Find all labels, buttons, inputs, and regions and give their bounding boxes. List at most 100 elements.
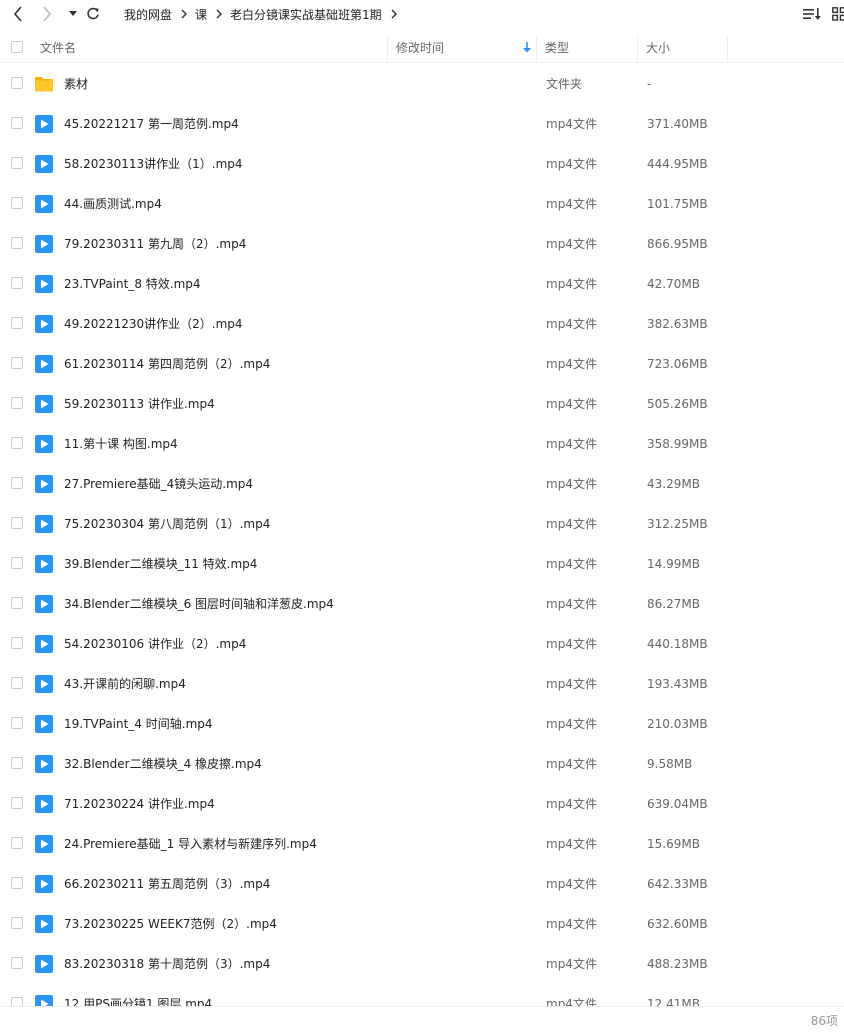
row-checkbox[interactable] xyxy=(11,277,23,289)
file-row[interactable]: 61.20230114 第四周范例（2）.mp4 mp4文件 723.06MB xyxy=(0,344,844,384)
file-row[interactable]: 24.Premiere基础_1 导入素材与新建序列.mp4 mp4文件 15.69M… xyxy=(0,824,844,864)
forward-button[interactable] xyxy=(38,5,56,23)
view-toggle-button[interactable] xyxy=(830,6,844,22)
file-row[interactable]: 39.Blender二维模块_11 特效.mp4 mp4文件 14.99MB xyxy=(0,544,844,584)
file-name[interactable]: 11.第十课 构图.mp4 xyxy=(64,424,178,464)
row-checkbox[interactable] xyxy=(11,677,23,689)
file-name[interactable]: 44.画质测试.mp4 xyxy=(64,184,162,224)
back-button[interactable] xyxy=(9,5,27,23)
row-checkbox[interactable] xyxy=(11,797,23,809)
row-checkbox[interactable] xyxy=(11,157,23,169)
file-name[interactable]: 75.20230304 第八周范例（1）.mp4 xyxy=(64,504,270,544)
file-name[interactable]: 79.20230311 第九周（2）.mp4 xyxy=(64,224,246,264)
sort-button[interactable] xyxy=(803,6,821,22)
sort-descending-icon[interactable] xyxy=(523,32,531,62)
file-row[interactable]: 34.Blender二维模块_6 图层时间轴和洋葱皮.mp4 mp4文件 86.27… xyxy=(0,584,844,624)
file-name[interactable]: 43.开课前的闲聊.mp4 xyxy=(64,664,186,704)
file-name[interactable]: 49.20221230讲作业（2）.mp4 xyxy=(64,304,243,344)
file-name[interactable]: 73.20230225 WEEK7范例（2）.mp4 xyxy=(64,904,277,944)
column-divider[interactable] xyxy=(536,35,537,62)
file-row[interactable]: 75.20230304 第八周范例（1）.mp4 mp4文件 312.25MB xyxy=(0,504,844,544)
column-header-type[interactable]: 类型 xyxy=(545,32,569,62)
file-row[interactable]: 23.TVPaint_8 特效.mp4 mp4文件 42.70MB xyxy=(0,264,844,304)
file-name[interactable]: 12.用PS画分镜1 图层.mp4 xyxy=(64,984,212,1006)
file-name[interactable]: 素材 xyxy=(64,64,88,104)
row-checkbox[interactable] xyxy=(11,757,23,769)
file-name[interactable]: 23.TVPaint_8 特效.mp4 xyxy=(64,264,201,304)
row-checkbox[interactable] xyxy=(11,77,23,89)
file-row[interactable]: 45.20221217 第一周范例.mp4 mp4文件 371.40MB xyxy=(0,104,844,144)
row-checkbox[interactable] xyxy=(11,637,23,649)
row-checkbox[interactable] xyxy=(11,517,23,529)
file-row[interactable]: 59.20230113 讲作业.mp4 mp4文件 505.26MB xyxy=(0,384,844,424)
file-name[interactable]: 66.20230211 第五周范例（3）.mp4 xyxy=(64,864,270,904)
row-checkbox[interactable] xyxy=(11,997,23,1006)
breadcrumb-item-current-folder[interactable]: 老白分镜课实战基础班第1期 xyxy=(230,6,382,23)
refresh-button[interactable] xyxy=(84,5,102,23)
file-row[interactable]: 44.画质测试.mp4 mp4文件 101.75MB xyxy=(0,184,844,224)
file-row[interactable]: 83.20230318 第十周范例（3）.mp4 mp4文件 488.23MB xyxy=(0,944,844,984)
row-checkbox[interactable] xyxy=(11,717,23,729)
file-row[interactable]: 66.20230211 第五周范例（3）.mp4 mp4文件 642.33MB xyxy=(0,864,844,904)
file-name[interactable]: 83.20230318 第十周范例（3）.mp4 xyxy=(64,944,270,984)
file-name[interactable]: 61.20230114 第四周范例（2）.mp4 xyxy=(64,344,270,384)
row-checkbox[interactable] xyxy=(11,957,23,969)
file-name[interactable]: 19.TVPaint_4 时间轴.mp4 xyxy=(64,704,213,744)
file-row[interactable]: 58.20230113讲作业（1）.mp4 mp4文件 444.95MB xyxy=(0,144,844,184)
column-divider[interactable] xyxy=(637,35,638,62)
column-header-modified[interactable]: 修改时间 xyxy=(396,32,444,62)
row-checkbox[interactable] xyxy=(11,397,23,409)
file-size: 14.99MB xyxy=(647,557,700,571)
row-checkbox[interactable] xyxy=(11,437,23,449)
row-checkbox[interactable] xyxy=(11,477,23,489)
row-checkbox[interactable] xyxy=(11,317,23,329)
file-row[interactable]: 32.Blender二维模块_4 橡皮擦.mp4 mp4文件 9.58MB xyxy=(0,744,844,784)
file-name[interactable]: 59.20230113 讲作业.mp4 xyxy=(64,384,215,424)
row-checkbox[interactable] xyxy=(11,237,23,249)
file-row[interactable]: 49.20221230讲作业（2）.mp4 mp4文件 382.63MB xyxy=(0,304,844,344)
file-row[interactable]: 11.第十课 构图.mp4 mp4文件 358.99MB xyxy=(0,424,844,464)
history-dropdown-button[interactable] xyxy=(64,5,82,23)
file-row[interactable]: 54.20230106 讲作业（2）.mp4 mp4文件 440.18MB xyxy=(0,624,844,664)
row-checkbox[interactable] xyxy=(11,597,23,609)
file-name[interactable]: 34.Blender二维模块_6 图层时间轴和洋葱皮.mp4 xyxy=(64,584,334,624)
file-name[interactable]: 39.Blender二维模块_11 特效.mp4 xyxy=(64,544,257,584)
row-checkbox[interactable] xyxy=(11,877,23,889)
row-checkbox[interactable] xyxy=(11,837,23,849)
row-checkbox[interactable] xyxy=(11,197,23,209)
file-type: mp4文件 xyxy=(546,357,597,371)
row-checkbox[interactable] xyxy=(11,357,23,369)
row-checkbox[interactable] xyxy=(11,117,23,129)
breadcrumb-item-my-drive[interactable]: 我的网盘 xyxy=(124,6,172,23)
file-name[interactable]: 32.Blender二维模块_4 橡皮擦.mp4 xyxy=(64,744,262,784)
breadcrumb-expand-icon[interactable] xyxy=(391,9,397,19)
file-row[interactable]: 12.用PS画分镜1 图层.mp4 mp4文件 12.41MB xyxy=(0,984,844,1006)
file-name[interactable]: 54.20230106 讲作业（2）.mp4 xyxy=(64,624,246,664)
video-file-icon xyxy=(34,874,54,894)
video-file-icon xyxy=(34,474,54,494)
file-row[interactable]: 43.开课前的闲聊.mp4 mp4文件 193.43MB xyxy=(0,664,844,704)
column-header-name[interactable]: 文件名 xyxy=(40,32,76,62)
row-checkbox[interactable] xyxy=(11,917,23,929)
column-header-size[interactable]: 大小 xyxy=(646,32,670,62)
file-row[interactable]: 73.20230225 WEEK7范例（2）.mp4 mp4文件 632.60MB xyxy=(0,904,844,944)
row-checkbox[interactable] xyxy=(11,557,23,569)
file-name[interactable]: 27.Premiere基础_4镜头运动.mp4 xyxy=(64,464,253,504)
video-file-icon xyxy=(34,154,54,174)
file-row[interactable]: 27.Premiere基础_4镜头运动.mp4 mp4文件 43.29MB xyxy=(0,464,844,504)
file-row[interactable]: 19.TVPaint_4 时间轴.mp4 mp4文件 210.03MB xyxy=(0,704,844,744)
file-name[interactable]: 71.20230224 讲作业.mp4 xyxy=(64,784,215,824)
column-divider[interactable] xyxy=(727,35,728,62)
column-divider[interactable] xyxy=(387,35,388,62)
file-row[interactable]: 79.20230311 第九周（2）.mp4 mp4文件 866.95MB xyxy=(0,224,844,264)
file-name[interactable]: 24.Premiere基础_1 导入素材与新建序列.mp4 xyxy=(64,824,317,864)
file-name[interactable]: 58.20230113讲作业（1）.mp4 xyxy=(64,144,243,184)
file-type: mp4文件 xyxy=(546,917,597,931)
file-row[interactable]: 71.20230224 讲作业.mp4 mp4文件 639.04MB xyxy=(0,784,844,824)
file-name[interactable]: 45.20221217 第一周范例.mp4 xyxy=(64,104,239,144)
breadcrumb-item-course[interactable]: 课 xyxy=(195,6,207,23)
file-type: mp4文件 xyxy=(546,437,597,451)
select-all-checkbox[interactable] xyxy=(11,41,23,53)
file-size: 210.03MB xyxy=(647,717,708,731)
folder-row[interactable]: 素材 文件夹 - xyxy=(0,64,844,104)
